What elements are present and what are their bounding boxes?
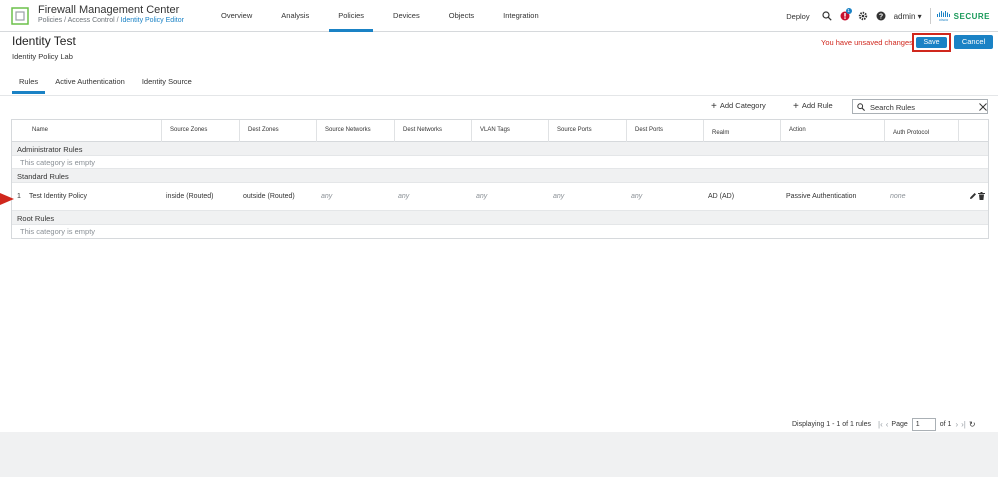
cancel-button[interactable]: Cancel bbox=[954, 35, 993, 49]
first-page-icon[interactable]: |‹ bbox=[878, 420, 883, 429]
column-header-realm[interactable]: Realm bbox=[704, 120, 781, 142]
trash-icon[interactable] bbox=[978, 192, 985, 200]
rule-source-ports: any bbox=[553, 193, 565, 200]
pagination-summary: Displaying 1 - 1 of 1 rules bbox=[792, 420, 871, 428]
header-tools: Deploy 1 ? admin ▾ cisco SECURE bbox=[786, 0, 990, 32]
column-header-action[interactable]: Action bbox=[781, 120, 885, 142]
breadcrumb-access-control[interactable]: Access Control bbox=[68, 17, 115, 24]
deploy-button[interactable]: Deploy bbox=[786, 12, 809, 21]
add-rule-button[interactable]: + Add Rule bbox=[793, 101, 833, 112]
tab-active-authentication[interactable]: Active Authentication bbox=[48, 72, 132, 94]
column-header-dest-ports[interactable]: Dest Ports bbox=[627, 120, 704, 142]
rule-number: 1 bbox=[17, 193, 21, 200]
nav-analysis[interactable]: Analysis bbox=[272, 0, 318, 32]
chevron-down-icon: ▾ bbox=[917, 11, 922, 21]
nav-objects[interactable]: Objects bbox=[440, 0, 483, 32]
gear-icon[interactable] bbox=[858, 11, 868, 21]
category-administrator-rules[interactable]: Administrator Rules bbox=[12, 142, 988, 156]
tab-identity-source[interactable]: Identity Source bbox=[135, 72, 199, 94]
svg-text:?: ? bbox=[878, 14, 882, 21]
search-input[interactable] bbox=[870, 101, 975, 113]
next-page-icon[interactable]: › bbox=[955, 420, 958, 429]
user-menu[interactable]: admin ▾ bbox=[894, 12, 922, 21]
column-header-vlan-tags[interactable]: VLAN Tags bbox=[472, 120, 549, 142]
add-rule-label: Add Rule bbox=[801, 101, 833, 110]
plus-icon: + bbox=[711, 101, 717, 112]
rule-realm: AD (AD) bbox=[708, 193, 735, 200]
notification-badge: 1 bbox=[845, 8, 852, 14]
column-header-dest-networks[interactable]: Dest Networks bbox=[395, 120, 472, 142]
help-icon[interactable]: ? bbox=[876, 11, 886, 21]
category-root-rules[interactable]: Root Rules bbox=[12, 211, 988, 225]
policy-tabs: Rules Active Authentication Identity Sou… bbox=[12, 72, 202, 94]
nav-integration[interactable]: Integration bbox=[494, 0, 547, 32]
previous-page-icon[interactable]: ‹ bbox=[886, 420, 889, 429]
save-button[interactable]: Save bbox=[916, 37, 947, 48]
rule-auth-protocol: none bbox=[890, 193, 906, 200]
table-header: Name Source Zones Dest Zones Source Netw… bbox=[12, 120, 988, 142]
rule-source-networks: any bbox=[321, 193, 333, 200]
fmc-logo-icon[interactable] bbox=[11, 7, 29, 25]
policy-description: Identity Policy Lab bbox=[12, 52, 73, 61]
search-icon[interactable] bbox=[822, 11, 832, 21]
rule-dest-zones: outside (Routed) bbox=[243, 193, 295, 200]
add-category-label: Add Category bbox=[719, 101, 766, 110]
arrow-annotation-icon bbox=[0, 193, 14, 205]
page-footer-area bbox=[0, 432, 998, 477]
last-page-icon[interactable]: ›| bbox=[961, 420, 966, 429]
breadcrumb: Policies / Access Control / Identity Pol… bbox=[38, 17, 184, 24]
category-empty-message: This category is empty bbox=[20, 227, 96, 236]
pagination: Displaying 1 - 1 of 1 rules |‹ ‹ Page of… bbox=[792, 417, 979, 431]
nav-overview[interactable]: Overview bbox=[212, 0, 261, 32]
page-count: of 1 bbox=[939, 420, 952, 428]
search-icon bbox=[857, 103, 865, 111]
secure-wordmark: SECURE bbox=[953, 11, 990, 21]
tab-rules[interactable]: Rules bbox=[12, 72, 46, 94]
rule-vlan-tags: any bbox=[476, 193, 488, 200]
rule-dest-networks: any bbox=[398, 193, 410, 200]
main-nav: Overview Analysis Policies Devices Objec… bbox=[212, 0, 559, 32]
category-empty-message: This category is empty bbox=[12, 156, 988, 169]
add-category-button[interactable]: + Add Category bbox=[711, 101, 766, 112]
page-label: Page bbox=[891, 420, 908, 428]
app-title: Firewall Management Center bbox=[38, 4, 180, 16]
rule-name: Test Identity Policy bbox=[29, 193, 87, 200]
category-standard-rules[interactable]: Standard Rules bbox=[12, 169, 988, 183]
notifications-button[interactable]: 1 bbox=[840, 8, 852, 21]
column-header-dest-zones[interactable]: Dest Zones bbox=[240, 120, 317, 142]
column-header-source-networks[interactable]: Source Networks bbox=[317, 120, 395, 142]
cisco-secure-logo: cisco SECURE bbox=[936, 10, 990, 22]
column-header-auth-protocol[interactable]: Auth Protocol bbox=[885, 120, 959, 142]
column-header-source-zones[interactable]: Source Zones bbox=[162, 120, 240, 142]
refresh-icon[interactable]: ↻ bbox=[969, 420, 976, 429]
header-divider bbox=[929, 8, 931, 24]
user-name: admin bbox=[893, 11, 916, 21]
search-rules-box bbox=[852, 99, 988, 114]
close-icon[interactable] bbox=[979, 103, 987, 111]
breadcrumb-identity-policy-editor[interactable]: Identity Policy Editor bbox=[121, 17, 184, 24]
table-row[interactable]: 1 Test Identity Policy inside (Routed) o… bbox=[12, 183, 988, 211]
rules-table: Name Source Zones Dest Zones Source Netw… bbox=[11, 119, 989, 239]
page-number-input[interactable] bbox=[911, 417, 936, 431]
rule-source-zones: inside (Routed) bbox=[166, 193, 214, 200]
unsaved-changes-warning: You have unsaved changes bbox=[821, 38, 913, 47]
cisco-logo-icon: cisco bbox=[936, 10, 951, 22]
rule-action: Passive Authentication bbox=[786, 193, 857, 200]
column-header-name[interactable]: Name bbox=[12, 120, 162, 142]
nav-policies[interactable]: Policies bbox=[329, 0, 374, 32]
column-header-actions bbox=[959, 120, 988, 142]
nav-devices[interactable]: Devices bbox=[384, 0, 429, 32]
pencil-icon[interactable] bbox=[969, 192, 977, 200]
breadcrumb-policies[interactable]: Policies bbox=[38, 17, 62, 24]
column-header-source-ports[interactable]: Source Ports bbox=[549, 120, 627, 142]
top-navigation-bar: Firewall Management Center Policies / Ac… bbox=[0, 0, 998, 32]
save-button-highlight: Save bbox=[912, 33, 951, 52]
cisco-wordmark: cisco bbox=[939, 16, 949, 22]
rule-dest-ports: any bbox=[631, 193, 643, 200]
plus-icon: + bbox=[793, 101, 799, 112]
policy-title: Identity Test bbox=[12, 34, 76, 48]
